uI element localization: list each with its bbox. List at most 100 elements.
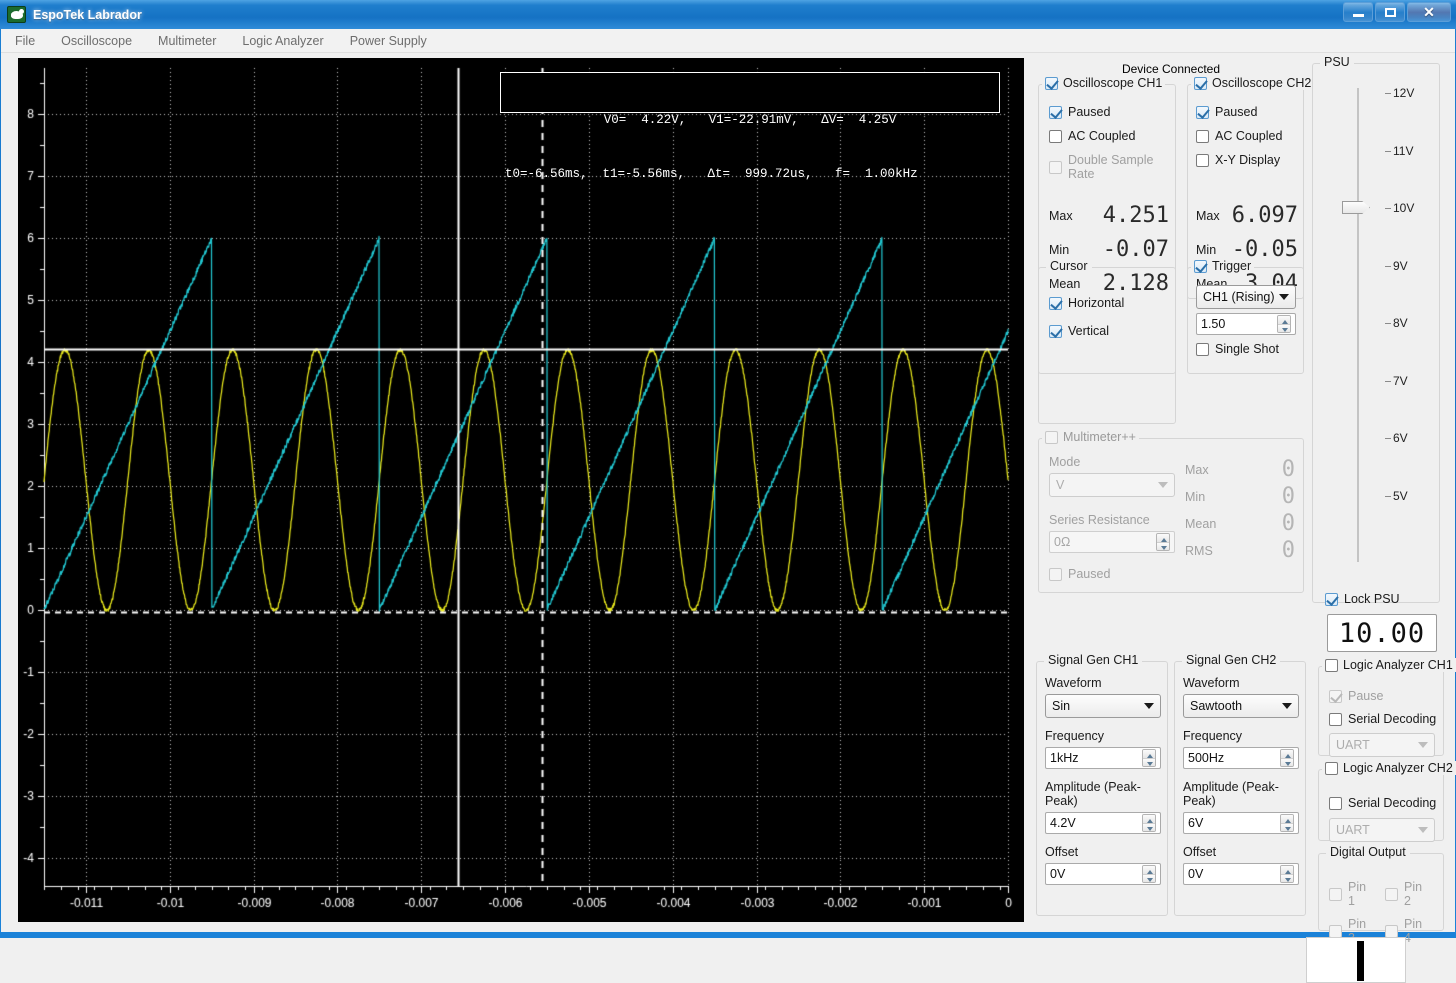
spinner-up-icon[interactable] [1143, 815, 1155, 823]
spinner-down-icon[interactable] [1143, 874, 1155, 883]
psu-slider-track[interactable] [1357, 88, 1359, 562]
window-title: EspoTek Labrador [33, 8, 142, 22]
menu-power-supply[interactable]: Power Supply [346, 31, 431, 51]
checkbox-box [1049, 106, 1062, 119]
checkbox-cursor-vertical[interactable]: Vertical [1049, 324, 1124, 338]
checkbox-ch2-xy-display[interactable]: X-Y Display [1196, 153, 1282, 167]
checkbox-logic-ch1-serial-decoding[interactable]: Serial Decoding [1329, 712, 1436, 726]
spinner-siggen2-offset[interactable] [1280, 865, 1294, 883]
chevron-down-icon [1282, 703, 1292, 709]
select-siggen2-waveform[interactable]: Sawtooth [1183, 694, 1299, 718]
spinner-series-resistance [1156, 533, 1170, 551]
value-logic-ch1-protocol: UART [1336, 738, 1370, 752]
input-series-resistance: 0Ω [1049, 531, 1175, 553]
right-column: PSU 12V 11V 10V 9V 8V 7V 6V 5V Lock PSU … [1312, 58, 1450, 933]
checkbox-box [1196, 154, 1209, 167]
menu-file[interactable]: File [11, 31, 39, 51]
multimeter-max-row: Max 0 [1185, 459, 1295, 481]
checkbox-ch2-paused[interactable]: Paused [1196, 105, 1282, 119]
psu-slider-handle[interactable] [1342, 201, 1370, 214]
checkbox-box [1045, 431, 1058, 444]
value-multimeter-mode: V [1056, 478, 1064, 492]
spinner-down-icon[interactable] [1143, 823, 1155, 832]
checkbox-cursor-horizontal[interactable]: Horizontal [1049, 296, 1124, 310]
spinner-down-icon[interactable] [1281, 823, 1293, 832]
spinner-down-icon[interactable] [1281, 758, 1293, 767]
checkbox-digital-pin-2[interactable]: Pin 2 [1385, 880, 1429, 908]
label-oscilloscope-ch2: Oscilloscope CH2 [1212, 76, 1311, 90]
group-title-logic-ch1: Logic Analyzer CH1 [1322, 658, 1456, 672]
value-multimeter-max: 0 [1229, 459, 1295, 481]
app-logo-icon [7, 6, 26, 23]
checkbox-logic-ch2-enable[interactable] [1325, 762, 1338, 775]
checkbox-digital-pin-1[interactable]: Pin 1 [1329, 880, 1373, 908]
input-siggen2-frequency[interactable]: 500Hz [1183, 747, 1299, 769]
checkbox-multimeter-enable[interactable] [1045, 431, 1058, 444]
spinner-siggen1-frequency[interactable] [1142, 749, 1156, 767]
label-series-resistance: Series Resistance [1049, 513, 1179, 527]
chevron-down-icon [1144, 703, 1154, 709]
spinner-up-icon[interactable] [1281, 866, 1293, 874]
checkbox-ch2-ac-coupled[interactable]: AC Coupled [1196, 129, 1282, 143]
psu-tick-9v: 9V [1393, 259, 1408, 273]
spinner-down-icon[interactable] [1143, 758, 1155, 767]
close-button[interactable]: ✕ [1407, 2, 1451, 22]
spinner-down-icon[interactable] [1278, 324, 1290, 333]
label-siggen2-offset: Offset [1183, 845, 1299, 859]
cursor-readout-box: V0= 4.22V, V1=-22.91mV, ΔV= 4.25V t0=-6.… [500, 72, 1000, 113]
group-title-psu: PSU [1320, 55, 1354, 69]
group-digital-output: Digital Output Pin 1 Pin 2 Pin 3 [1318, 853, 1444, 931]
menu-oscilloscope[interactable]: Oscilloscope [57, 31, 136, 51]
spinner-siggen2-frequency[interactable] [1280, 749, 1294, 767]
input-siggen2-amplitude[interactable]: 6V [1183, 812, 1299, 834]
spinner-up-icon[interactable] [1281, 750, 1293, 758]
label-ch2-max: Max [1196, 209, 1232, 223]
input-siggen1-offset[interactable]: 0V [1045, 863, 1161, 885]
group-psu: PSU 12V 11V 10V 9V 8V 7V 6V 5V Lock PSU … [1312, 63, 1440, 603]
label-logic-ch1: Logic Analyzer CH1 [1343, 658, 1453, 672]
spinner-siggen1-amplitude[interactable] [1142, 814, 1156, 832]
control-column: Device Connected Oscilloscope CH1 Paused… [1032, 58, 1310, 922]
input-siggen1-amplitude[interactable]: 4.2V [1045, 812, 1161, 834]
label-ch1-double-sample-rate: Double Sample Rate [1068, 153, 1175, 181]
menu-multimeter[interactable]: Multimeter [154, 31, 220, 51]
psu-tick-11v: 11V [1393, 144, 1413, 158]
checkbox-trigger-enable[interactable] [1194, 260, 1207, 273]
label-single-shot: Single Shot [1215, 342, 1279, 356]
label-oscilloscope-ch1: Oscilloscope CH1 [1063, 76, 1162, 90]
oscilloscope-plot[interactable]: V0= 4.22V, V1=-22.91mV, ΔV= 4.25V t0=-6.… [18, 58, 1024, 922]
spinner-up-icon[interactable] [1143, 866, 1155, 874]
label-multimeter-mode: Mode [1049, 455, 1179, 469]
checkbox-logic-ch1-enable[interactable] [1325, 659, 1338, 672]
spinner-down-icon[interactable] [1281, 874, 1293, 883]
minimize-button[interactable] [1343, 2, 1373, 22]
group-title-digital-output: Digital Output [1326, 845, 1410, 859]
checkbox-ch1-paused[interactable]: Paused [1049, 105, 1175, 119]
select-trigger-source[interactable]: CH1 (Rising) [1196, 285, 1296, 309]
maximize-button[interactable] [1375, 2, 1405, 22]
spinner-up-icon[interactable] [1281, 815, 1293, 823]
checkbox-logic-ch2-serial-decoding[interactable]: Serial Decoding [1329, 796, 1436, 810]
select-siggen1-waveform[interactable]: Sin [1045, 694, 1161, 718]
spinner-trigger-level[interactable] [1277, 315, 1291, 333]
checkbox-lock-psu[interactable]: Lock PSU [1325, 592, 1400, 606]
input-siggen1-frequency[interactable]: 1kHz [1045, 747, 1161, 769]
checkbox-oscilloscope-ch1[interactable] [1045, 77, 1058, 90]
checkbox-box [1329, 797, 1342, 810]
spinner-up-icon[interactable] [1278, 316, 1290, 324]
input-trigger-level[interactable]: 1.50 [1196, 313, 1296, 335]
checkbox-oscilloscope-ch2[interactable] [1194, 77, 1207, 90]
menu-logic-analyzer[interactable]: Logic Analyzer [238, 31, 327, 51]
label-logic-ch1-serial-decoding: Serial Decoding [1348, 712, 1436, 726]
checkbox-ch1-ac-coupled[interactable]: AC Coupled [1049, 129, 1175, 143]
spinner-up-icon[interactable] [1143, 750, 1155, 758]
input-siggen2-offset[interactable]: 0V [1183, 863, 1299, 885]
checkbox-box [1385, 888, 1398, 901]
psu-tick-8v: 8V [1393, 316, 1408, 330]
spinner-siggen1-offset[interactable] [1142, 865, 1156, 883]
checkbox-box [1329, 925, 1342, 938]
label-multimeter-mean: Mean [1185, 517, 1229, 531]
spinner-siggen2-amplitude[interactable] [1280, 814, 1294, 832]
checkbox-single-shot[interactable]: Single Shot [1196, 342, 1279, 356]
label-digital-pin-1: Pin 1 [1348, 880, 1373, 908]
